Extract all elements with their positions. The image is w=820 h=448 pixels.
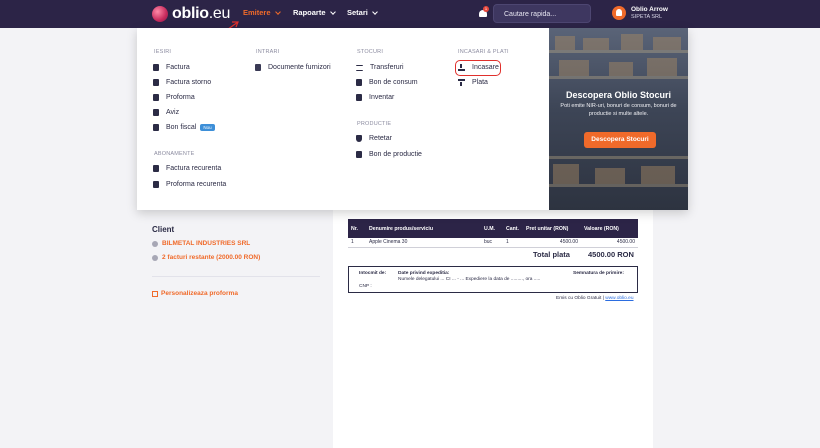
invoice-icon [153,109,159,116]
section-heading-iesiri: IESIRI [154,49,172,55]
menu-item-bon-de-productie[interactable]: Bon de productie [356,151,422,158]
logo-mark-icon [152,6,168,22]
edit-icon [152,290,158,297]
stocuri-promo-banner: Descopera Oblio Stocuri Poti emite NIR-u… [549,28,688,210]
signature-box: Intocmit de: CNP : Date privind expediti… [348,266,638,293]
divider [152,276,320,277]
user-name[interactable]: Oblio Arrow [631,6,668,13]
menu-item-transferuri[interactable]: Transferuri [356,64,404,71]
menu-item-plata[interactable]: Plata [458,79,488,86]
top-navbar: oblio.eu Emitere Rapoarte Setari 1 Cauta… [0,0,820,28]
download-icon [458,64,465,71]
menu-item-retetar[interactable]: Retetar [356,135,392,142]
list-icon [356,94,362,101]
menu-item-factura-storno[interactable]: Factura storno [153,79,211,86]
menu-item-proforma-recurenta[interactable]: Proforma recurenta [153,181,226,188]
notification-count-badge: 1 [483,6,489,12]
upload-icon [458,79,465,86]
info-icon [152,254,158,261]
section-heading-incasari-plati: INCASARI & PLATI [458,49,509,55]
section-heading-abonamente: ABONAMENTE [154,151,195,157]
menu-item-proforma[interactable]: Proforma [153,94,195,101]
flask-icon [356,135,362,142]
chevron-down-icon [274,8,281,15]
total-value: 4500.00 RON [588,250,634,259]
transfer-icon [356,64,363,71]
nav-emitere[interactable]: Emitere [243,8,281,17]
menu-item-factura[interactable]: Factura [153,64,190,71]
invoice-icon [153,94,159,101]
quick-search-input[interactable]: Cautare rapida... [493,4,591,23]
total-label: Total plata [533,250,570,259]
menu-item-documente-furnizori[interactable]: Documente furnizori [255,64,331,71]
promo-text: Poti emite NIR-uri, bonuri de consum, bo… [560,103,677,117]
section-heading-productie: PRODUCTIE [357,121,392,127]
invoice-items-table: Nr. Denumire produs/serviciu U.M. Cant. … [348,219,638,248]
menu-item-inventar[interactable]: Inventar [356,94,394,101]
descopera-stocuri-button[interactable]: Descopera Stocuri [584,132,656,148]
emitere-dropdown-menu: IESIRI Factura Factura storno Proforma A… [137,28,688,210]
invoice-icon [153,79,159,86]
invoice-icon [153,165,159,172]
chevron-down-icon [372,8,378,15]
invoice-icon [153,64,159,71]
user-company: SIPETA SRL [631,14,663,20]
nav-rapoarte[interactable]: Rapoarte [293,8,336,17]
factory-icon [356,151,362,158]
chevron-down-icon [329,8,336,15]
building-icon [152,240,158,247]
menu-item-bon-fiscal[interactable]: Bon fiscal Nou [153,124,215,131]
document-icon [255,64,261,71]
invoice-icon [356,79,362,86]
section-heading-intrari: INTRARI [256,49,280,55]
menu-item-bon-de-consum[interactable]: Bon de consum [356,79,418,86]
receipt-icon [153,124,159,131]
section-heading-stocuri: STOCURI [357,49,384,55]
menu-item-factura-recurenta[interactable]: Factura recurenta [153,165,221,172]
footer-note: Emis cu Oblio Gratuit | www.oblio.eu [556,296,634,301]
personalize-proforma-link[interactable]: Personalizeaza proforma [152,290,238,297]
menu-item-aviz[interactable]: Aviz [153,109,179,116]
overdue-invoices-link[interactable]: 2 facturi restante (2000.00 RON) [152,254,260,261]
nav-setari[interactable]: Setari [347,8,378,17]
client-name-link[interactable]: BILMETAL INDUSTRIES SRL [152,240,250,247]
table-header-row: Nr. Denumire produs/serviciu U.M. Cant. … [348,219,638,238]
notifications-bell-icon[interactable]: 1 [478,6,489,18]
client-title: Client [152,225,175,234]
new-badge: Nou [200,124,215,131]
menu-item-incasare[interactable]: Incasare [458,64,499,71]
invoice-icon [153,181,159,188]
oblio-link[interactable]: www.oblio.eu [605,296,633,301]
promo-title: Descopera Oblio Stocuri [565,90,672,100]
table-row: 1 Apple Cinema 30 buc 1 4500.00 4500.00 [348,238,638,248]
user-avatar-icon[interactable] [612,6,626,20]
